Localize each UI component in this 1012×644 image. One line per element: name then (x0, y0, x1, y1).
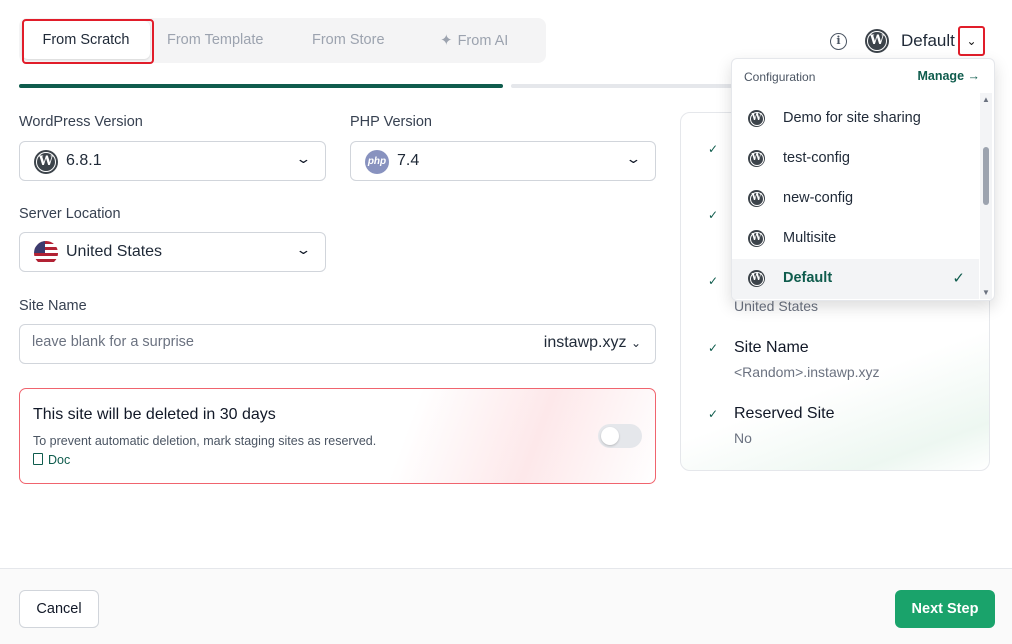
us-flag-icon (34, 241, 58, 265)
check-icon: ✓ (708, 407, 719, 421)
chevron-down-icon: ⌄ (625, 151, 642, 166)
config-dropdown-toggle[interactable]: ⌄ (958, 26, 985, 56)
wordpress-logo-icon: W (748, 190, 765, 207)
config-item-demo-for-site-sharing[interactable]: W Demo for site sharing (732, 99, 979, 139)
config-item-label: test-config (783, 150, 850, 166)
config-item-label: new-config (783, 190, 854, 206)
tab-from-scratch[interactable]: From Scratch (22, 21, 150, 59)
wp-version-label: WordPress Version (19, 114, 143, 130)
php-icon: php (365, 150, 389, 174)
site-name-field: instawp.xyz ⌄ (19, 324, 656, 364)
document-icon (33, 453, 43, 465)
domain-value: instawp.xyz (543, 334, 627, 351)
manage-link[interactable]: Manage → (917, 69, 980, 83)
progress-step-active (19, 84, 503, 88)
php-version-label: PHP Version (350, 114, 432, 130)
site-name-label: Site Name (19, 298, 87, 314)
summary-site-name-value: <Random>.instawp.xyz (734, 364, 880, 380)
warning-title: This site will be deleted in 30 days (33, 406, 276, 423)
server-location-label: Server Location (19, 206, 121, 222)
info-icon[interactable]: i (830, 33, 847, 50)
config-item-label: Demo for site sharing (783, 110, 921, 126)
wp-version-select[interactable]: W 6.8.1 ⌄ (19, 141, 326, 181)
footer-bar: Cancel Next Step (0, 568, 1012, 644)
summary-reserved-value: No (734, 430, 752, 446)
config-item-test-config[interactable]: W test-config (732, 139, 979, 179)
server-location-select[interactable]: United States ⌄ (19, 232, 326, 272)
tab-from-ai-label: From AI (457, 33, 509, 49)
config-item-label: Multisite (783, 230, 837, 246)
domain-select[interactable]: instawp.xyz ⌄ (544, 334, 641, 352)
scroll-up-arrow-icon[interactable]: ▲ (982, 95, 990, 104)
check-icon: ✓ (708, 208, 719, 222)
summary-reserved-title: Reserved Site (734, 405, 835, 422)
server-location-value: United States (66, 243, 163, 260)
wordpress-logo-icon: W (748, 230, 765, 247)
wordpress-logo-icon: W (865, 29, 889, 53)
tab-from-template[interactable]: From Template (167, 18, 263, 63)
cancel-button[interactable]: Cancel (19, 590, 99, 628)
configuration-dropdown: Configuration Manage → W Demo for site s… (731, 58, 995, 301)
check-icon: ✓ (708, 142, 719, 156)
wordpress-logo-icon: W (748, 110, 765, 127)
site-name-input[interactable] (32, 334, 472, 350)
config-item-default[interactable]: W Default ✓ (732, 259, 979, 299)
chevron-down-icon: ⌄ (966, 34, 977, 48)
check-icon: ✓ (952, 270, 965, 287)
check-icon: ✓ (708, 341, 719, 355)
reserved-toggle[interactable] (598, 424, 642, 448)
wordpress-logo-icon: W (748, 270, 765, 287)
chevron-down-icon: ⌄ (630, 336, 641, 350)
chevron-down-icon: ⌄ (295, 151, 312, 166)
dropdown-scrollbar[interactable]: ▲ ▼ (980, 93, 992, 299)
config-item-label: Default (783, 270, 833, 286)
tab-from-ai[interactable]: ✦ From AI (440, 18, 508, 63)
config-item-multisite[interactable]: W Multisite (732, 219, 979, 259)
doc-link-label: Doc (48, 453, 71, 467)
creation-mode-tabs: From Scratch From Template From Store ✦ F… (19, 18, 546, 63)
check-icon: ✓ (708, 274, 719, 288)
config-item-new-config[interactable]: W new-config (732, 179, 979, 219)
config-name: Default (901, 31, 955, 50)
tab-from-store[interactable]: From Store (312, 18, 385, 63)
wp-version-value: 6.8.1 (66, 152, 102, 169)
php-version-select[interactable]: php 7.4 ⌄ (350, 141, 656, 181)
wordpress-logo-icon: W (34, 150, 58, 174)
scroll-down-arrow-icon[interactable]: ▼ (982, 288, 990, 297)
sparkle-icon: ✦ (440, 32, 453, 49)
warning-description: To prevent automatic deletion, mark stag… (33, 434, 377, 448)
chevron-down-icon: ⌄ (295, 242, 312, 257)
php-version-value: 7.4 (397, 152, 420, 169)
scrollbar-thumb[interactable] (983, 147, 989, 205)
progress-step-inactive (511, 84, 741, 88)
doc-link[interactable]: Doc (33, 453, 70, 467)
wordpress-logo-icon: W (748, 150, 765, 167)
next-step-button[interactable]: Next Step (895, 590, 995, 628)
dropdown-header: Configuration (744, 70, 816, 84)
summary-site-name-title: Site Name (734, 339, 809, 356)
deletion-warning: This site will be deleted in 30 days To … (19, 388, 656, 484)
